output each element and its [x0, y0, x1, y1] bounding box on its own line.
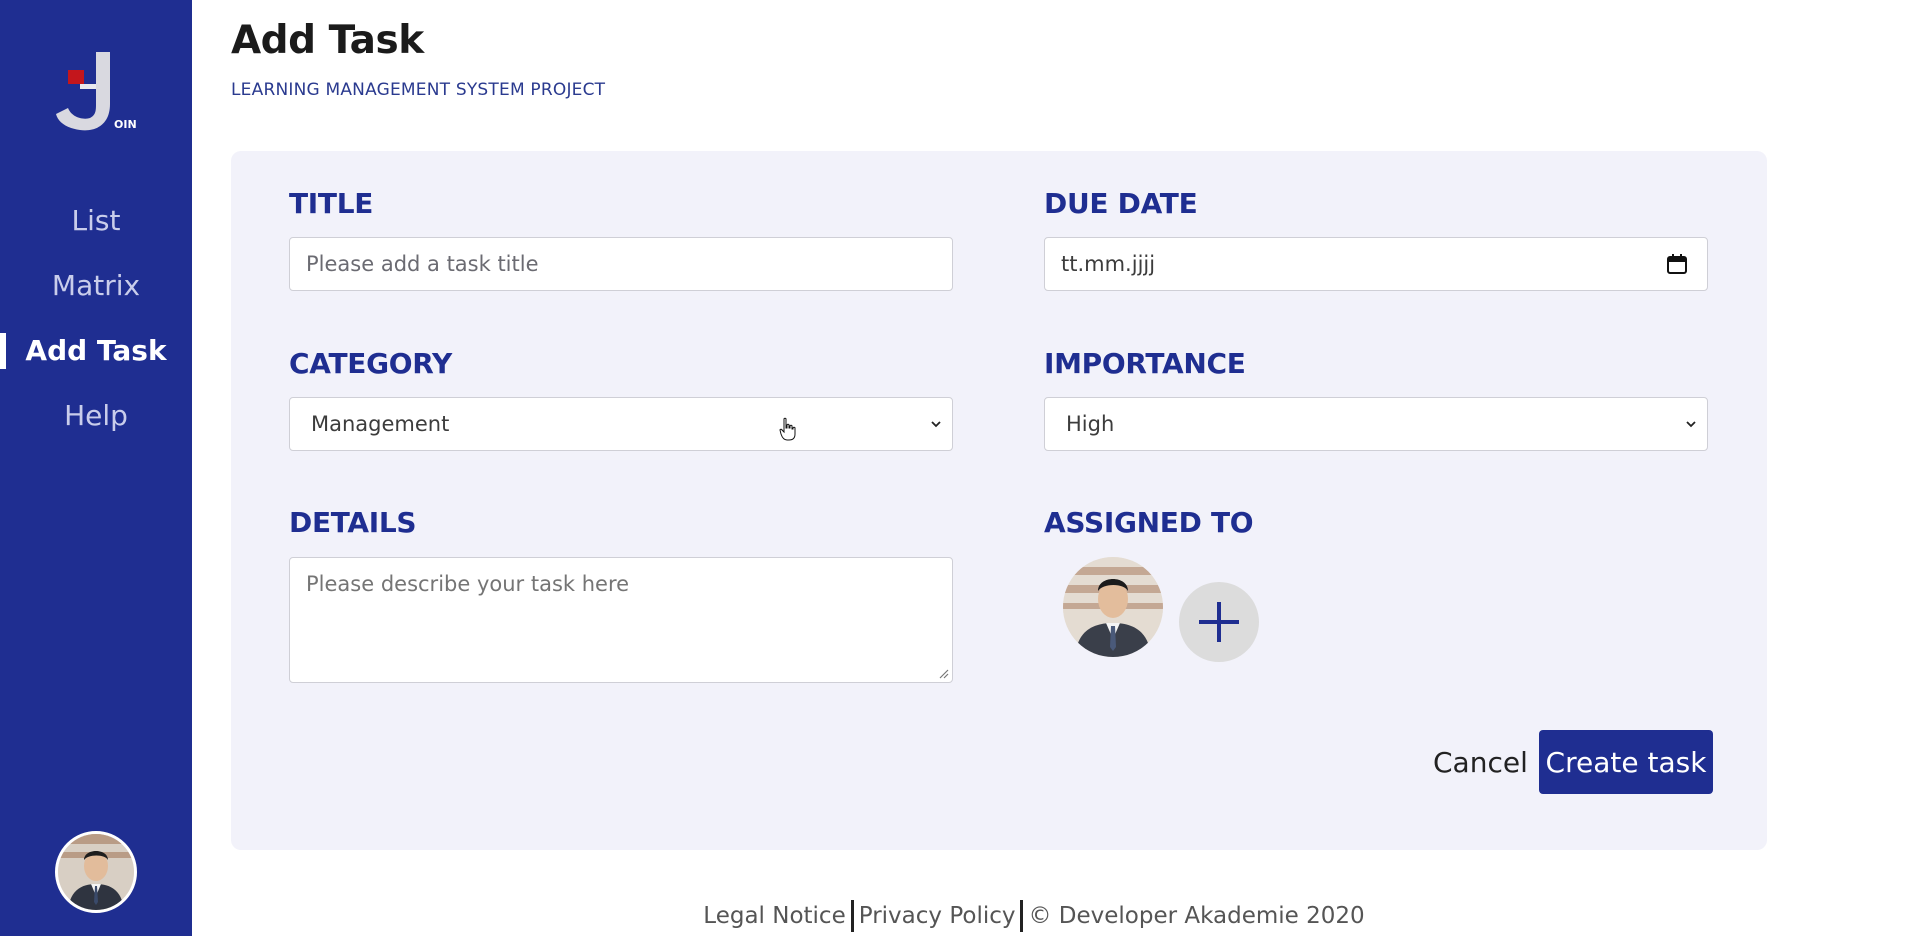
legal-notice-link[interactable]: Legal Notice: [703, 903, 845, 929]
footer-separator: [850, 900, 854, 932]
sidebar-nav: List Matrix Add Task Help: [0, 188, 192, 448]
create-task-button[interactable]: Create task: [1539, 730, 1713, 794]
category-value: Management: [311, 412, 450, 436]
footer-separator: [1020, 900, 1024, 932]
page-subtitle: LEARNING MANAGEMENT SYSTEM PROJECT: [231, 80, 606, 100]
cancel-button[interactable]: Cancel: [1433, 742, 1528, 782]
sidebar-item-matrix[interactable]: Matrix: [0, 253, 192, 318]
resize-handle-icon[interactable]: [937, 667, 949, 679]
importance-select[interactable]: High: [1044, 397, 1708, 451]
app-logo[interactable]: OIN: [54, 48, 140, 138]
title-placeholder: Please add a task title: [306, 252, 539, 276]
assigned-to-label: ASSIGNED TO: [1044, 506, 1254, 539]
privacy-policy-link[interactable]: Privacy Policy: [859, 903, 1016, 929]
details-label: DETAILS: [289, 506, 417, 539]
due-date-label: DUE DATE: [1044, 187, 1198, 220]
chevron-down-icon: [1686, 421, 1696, 428]
details-textarea[interactable]: [289, 557, 953, 683]
add-assignee-button[interactable]: [1179, 582, 1259, 662]
due-date-input[interactable]: tt.mm.jjjj: [1044, 237, 1708, 291]
assignee-avatar[interactable]: [1063, 557, 1163, 657]
importance-value: High: [1066, 412, 1115, 436]
plus-icon: [1199, 602, 1239, 642]
hand-cursor-icon: [779, 417, 796, 441]
copyright-text: © Developer Akademie 2020: [1028, 903, 1365, 929]
calendar-icon[interactable]: [1665, 252, 1689, 276]
footer: Legal Notice Privacy Policy © Developer …: [0, 900, 1918, 932]
chevron-down-icon: [931, 421, 941, 428]
sidebar-item-help[interactable]: Help: [0, 383, 192, 448]
task-form: TITLE Please add a task title DUE DATE t…: [231, 151, 1767, 850]
sidebar-item-list[interactable]: List: [0, 188, 192, 253]
page-title: Add Task: [231, 18, 424, 63]
due-date-value: tt.mm.jjjj: [1061, 252, 1156, 276]
importance-label: IMPORTANCE: [1044, 347, 1246, 380]
category-select[interactable]: Management: [289, 397, 953, 451]
title-input[interactable]: Please add a task title: [289, 237, 953, 291]
sidebar: OIN List Matrix Add Task Help: [0, 0, 192, 936]
title-label: TITLE: [289, 187, 374, 220]
svg-text:OIN: OIN: [114, 118, 137, 131]
sidebar-item-add-task[interactable]: Add Task: [0, 318, 192, 383]
category-label: CATEGORY: [289, 347, 452, 380]
